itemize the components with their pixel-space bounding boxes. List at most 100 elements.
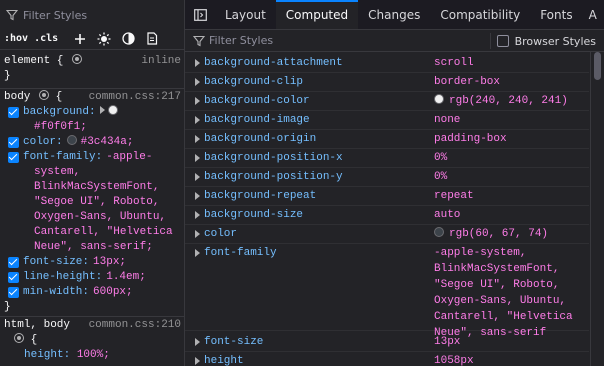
hov-toggle[interactable]: :hov [4,33,28,44]
declaration-checkbox[interactable] [8,137,19,148]
property-value[interactable]: 13px; [93,255,126,270]
property-value[interactable]: 100%; [77,349,110,361]
computed-property-name: font-family [204,247,277,259]
font-family-line[interactable]: Cantarell, "Helvetica [4,225,184,240]
property-name[interactable]: line-height: [23,270,102,285]
computed-filter[interactable]: Filter Styles Browser Styles [185,30,604,52]
computed-row[interactable]: color rgb(60, 67, 74) [185,225,589,244]
body-rule-source[interactable]: common.css:217 [89,90,181,105]
computed-property-value: 0% [434,152,448,164]
declaration-checkbox[interactable] [8,287,19,298]
computed-row[interactable]: background-size auto [185,206,589,225]
print-media-icon[interactable] [144,31,160,47]
property-value[interactable]: #f0f0f1; [4,120,184,135]
computed-property-value: -apple-system, BlinkMacSystemFont, "Sego… [434,247,573,339]
declaration-checkbox[interactable] [8,257,19,268]
tab-compatibility[interactable]: Compatibility [430,0,530,29]
expand-arrow-icon[interactable] [195,338,200,346]
declaration-checkbox[interactable] [8,272,19,283]
font-family-line[interactable]: system, [4,165,184,180]
computed-row[interactable]: background-repeat repeat [185,187,589,206]
font-family-line[interactable]: Oxygen-Sans, Ubuntu, [4,210,184,225]
property-name[interactable]: color: [23,135,63,150]
rules-filter[interactable]: Filter Styles [0,0,184,30]
computed-property-name: background-color [204,95,310,107]
property-value[interactable]: 1.4em; [106,270,146,285]
scrollbar-thumb[interactable] [594,52,601,80]
body-selector: body [4,91,31,103]
expand-arrow-icon[interactable] [195,192,200,200]
sidebar-toggle-icon[interactable] [185,0,215,29]
computed-row[interactable]: font-size 13px [185,333,589,352]
computed-row[interactable]: background-origin padding-box [185,130,589,149]
computed-row[interactable]: background-clip border-box [185,73,589,92]
computed-row[interactable]: font-family -apple-system, BlinkMacSyste… [185,244,589,339]
expand-arrow-icon[interactable] [195,97,200,105]
font-family-line[interactable]: -apple- [106,150,152,165]
expand-arrow-icon[interactable] [195,116,200,124]
element-rule-source[interactable]: inline [141,54,181,69]
expand-arrow-icon[interactable] [195,154,200,162]
add-rule-icon[interactable] [72,31,88,47]
computed-property-name: font-size [204,336,264,348]
computed-row[interactable]: background-color rgb(240, 240, 241) [185,92,589,111]
expand-arrow-icon[interactable] [195,78,200,86]
expand-arrow-icon[interactable] [195,173,200,181]
property-value[interactable]: #3c434a; [81,136,134,148]
computed-row[interactable]: height 1058px [185,352,589,366]
color-swatch-f0f0f1[interactable] [434,94,444,104]
property-name[interactable]: font-family: [23,150,102,165]
computed-filter-placeholder: Filter Styles [209,34,274,47]
tab-animations[interactable]: A [583,0,603,29]
computed-row[interactable]: background-position-x 0% [185,149,589,168]
html-body-rule: html, body common.css:210 { height: 100%… [0,316,184,363]
computed-property-value: rgb(60, 67, 74) [449,228,549,240]
declaration-checkbox[interactable] [8,107,19,118]
font-family-line[interactable]: Neue", sans-serif; [4,240,184,255]
color-swatch-f0f0f1[interactable] [107,105,118,115]
computed-row[interactable]: background-image none [185,111,589,130]
gear-icon[interactable] [72,54,83,64]
color-swatch-3c434a[interactable] [434,227,444,237]
gear-icon[interactable] [39,90,50,100]
cls-toggle[interactable]: .cls [34,33,58,44]
browser-styles-checkbox[interactable]: Browser Styles [489,33,596,49]
light-mode-icon[interactable] [96,31,112,47]
computed-property-value: rgb(240, 240, 241) [449,95,568,107]
html-body-rule-source[interactable]: common.css:210 [89,318,181,333]
property-name[interactable]: background: [23,105,96,120]
computed-scrollbar[interactable] [590,52,604,366]
gear-icon[interactable] [14,333,24,343]
font-family-line[interactable]: "Segoe UI", Roboto, [4,195,184,210]
expand-arrow-icon[interactable] [195,357,200,365]
expand-arrow-icon[interactable] [195,135,200,143]
computed-property-value-wrap: rgb(60, 67, 74) [434,226,548,242]
computed-property-name: background-attachment [204,57,343,69]
rules-filter-placeholder: Filter Styles [23,8,88,22]
expand-arrow-icon[interactable] [195,59,200,67]
font-family-line[interactable]: BlinkMacSystemFont, [4,180,184,195]
expand-arrow-icon[interactable] [195,249,200,257]
declaration-checkbox[interactable] [8,152,19,163]
property-name[interactable]: min-width: [23,285,89,300]
property-value[interactable]: 600px; [93,285,133,300]
computed-property-value: none [434,114,461,126]
property-name[interactable]: font-size: [23,255,89,270]
tab-fonts[interactable]: Fonts [530,0,582,29]
expand-arrow-icon[interactable] [99,106,105,114]
expand-arrow-icon[interactable] [195,211,200,219]
computed-property-value: repeat [434,190,474,202]
computed-row[interactable]: background-position-y 0% [185,168,589,187]
computed-property-name: background-position-x [204,152,343,164]
tab-changes[interactable]: Changes [358,0,430,29]
declaration-font-size: font-size: 13px; [4,255,184,270]
dark-mode-icon[interactable] [120,31,136,47]
property-name[interactable]: height: [24,349,70,361]
expand-arrow-icon[interactable] [195,230,200,238]
browser-styles-label: Browser Styles [514,34,596,48]
tab-computed[interactable]: Computed [275,0,359,29]
checkbox-box[interactable] [496,35,509,47]
tab-layout[interactable]: Layout [215,0,276,29]
color-swatch-3c434a[interactable] [66,135,77,145]
computed-row[interactable]: background-attachment scroll [185,54,589,73]
